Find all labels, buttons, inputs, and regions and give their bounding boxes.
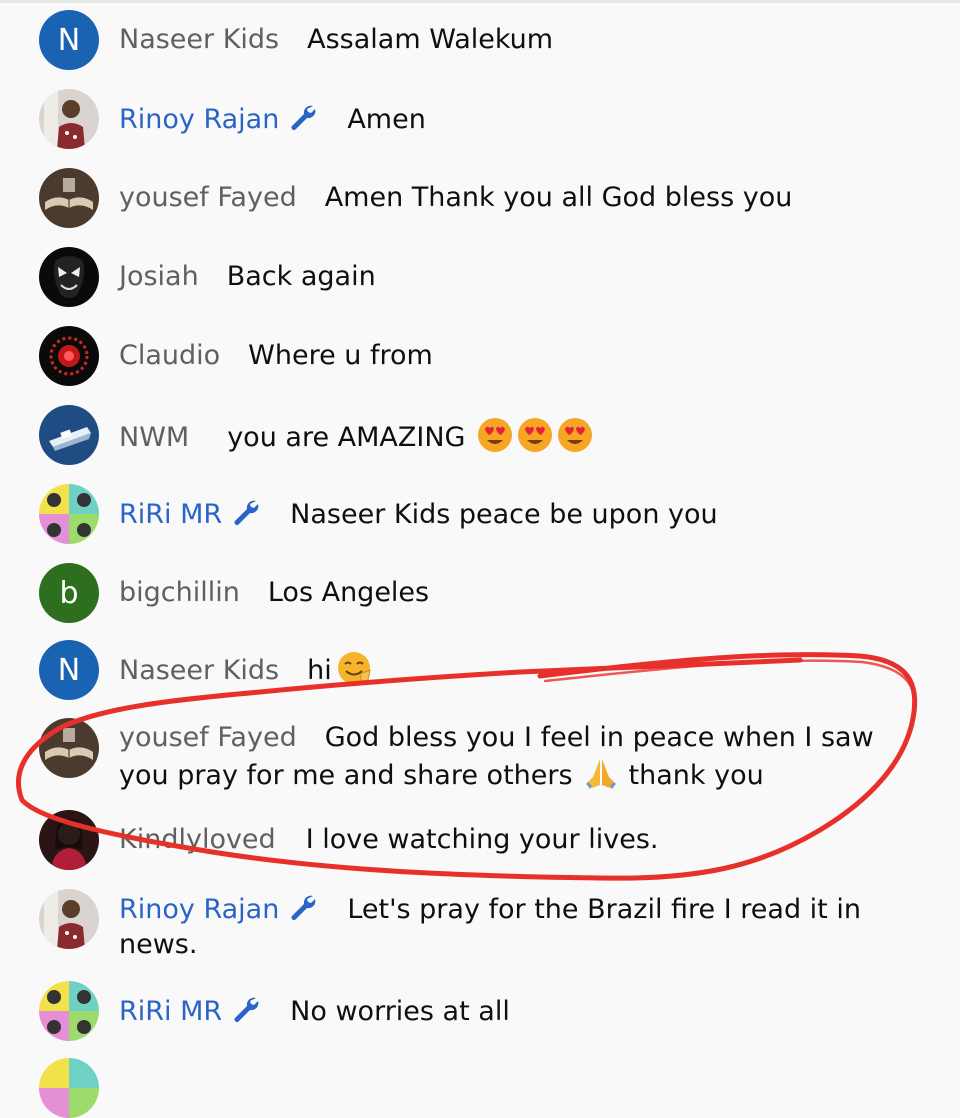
smile-hand-emoji [336,650,372,686]
message-text: RiRi MR No worries at all [119,993,919,1029]
praying-hands-emoji [583,755,619,791]
open-book-icon[interactable] [39,718,99,778]
message-text: NWM you are AMAZING [119,417,919,455]
message-body: Amen Thank you all God bless you [324,182,793,213]
author-name[interactable]: Naseer Kids [119,24,279,55]
moderator-wrench-icon [230,496,262,528]
pop-art-portrait-icon[interactable] [39,484,99,544]
message-body: Assalam Walekum [307,24,554,55]
message-text: Kindlyloved I love watching your lives. [119,822,919,857]
message-body: I love watching your lives. [305,824,659,855]
moderator-wrench-icon [287,101,319,133]
message-text: Rinoy Rajan Let's pray for the Brazil fir… [119,891,919,962]
heart-eyes-emoji [557,417,593,453]
message-body: Amen [347,104,426,135]
message-body: Naseer Kids peace be upon you [290,499,718,530]
author-name[interactable]: Rinoy Rajan [119,894,319,925]
message-body: you are AMAZING [227,422,466,453]
message-text: Naseer Kids hi [119,650,919,688]
author-name[interactable]: bigchillin [119,577,240,608]
moderator-wrench-icon [287,891,319,923]
heart-eyes-emoji [517,417,553,453]
message-text: Claudio Where u from [119,338,919,373]
red-rosette-icon[interactable] [39,326,99,386]
message-text: yousef Fayed Amen Thank you all God bless… [119,180,919,215]
message-text: bigchillin Los Angeles [119,575,919,610]
venom-face-icon[interactable] [39,247,99,307]
author-label: Rinoy Rajan [119,104,280,135]
message-text: Josiah Back again [119,259,919,294]
live-chat-list[interactable]: N Naseer Kids Assalam Walekum Rinoy Rajan… [0,0,960,1118]
author-name[interactable]: Naseer Kids [119,655,279,686]
pop-art-portrait-icon[interactable] [39,981,99,1041]
avatar[interactable]: N [39,640,99,700]
avatar-letter: N [57,652,81,688]
message-body: Where u from [248,340,433,371]
message-text: Naseer Kids Assalam Walekum [119,22,919,57]
author-name[interactable]: NWM [119,422,189,453]
author-name[interactable]: Claudio [119,340,220,371]
author-label: Rinoy Rajan [119,894,280,925]
moderator-wrench-icon [230,993,262,1025]
message-text: Rinoy Rajan Amen [119,101,919,137]
open-book-icon[interactable] [39,168,99,228]
message-body: Back again [226,261,376,292]
author-name[interactable]: RiRi MR [119,499,262,530]
ship-logo-icon[interactable] [39,405,99,465]
author-name[interactable]: yousef Fayed [119,182,297,213]
author-name[interactable]: Rinoy Rajan [119,104,319,135]
message-body: hi [307,655,332,686]
author-name[interactable]: Kindlyloved [119,824,276,855]
person-mirror-selfie-icon[interactable] [39,89,99,149]
author-name[interactable]: RiRi MR [119,996,262,1027]
author-label: RiRi MR [119,996,223,1027]
avatar-letter: N [57,22,81,58]
woman-portrait-icon[interactable] [39,810,99,870]
avatar-letter: b [59,575,79,611]
author-label: RiRi MR [119,499,223,530]
pop-art-portrait-icon[interactable] [39,1058,99,1118]
avatar[interactable]: b [39,563,99,623]
message-text: RiRi MR Naseer Kids peace be upon you [119,496,919,532]
message-body: No worries at all [290,996,510,1027]
message-text: yousef Fayed God bless you I feel in peac… [119,720,919,793]
heart-eyes-emoji [477,417,513,453]
message-body: Los Angeles [267,577,430,608]
person-mirror-selfie-icon[interactable] [39,889,99,949]
author-name[interactable]: Josiah [119,261,199,292]
message-body-continued: thank you [628,760,764,791]
author-name[interactable]: yousef Fayed [119,722,297,753]
avatar[interactable]: N [39,10,99,70]
